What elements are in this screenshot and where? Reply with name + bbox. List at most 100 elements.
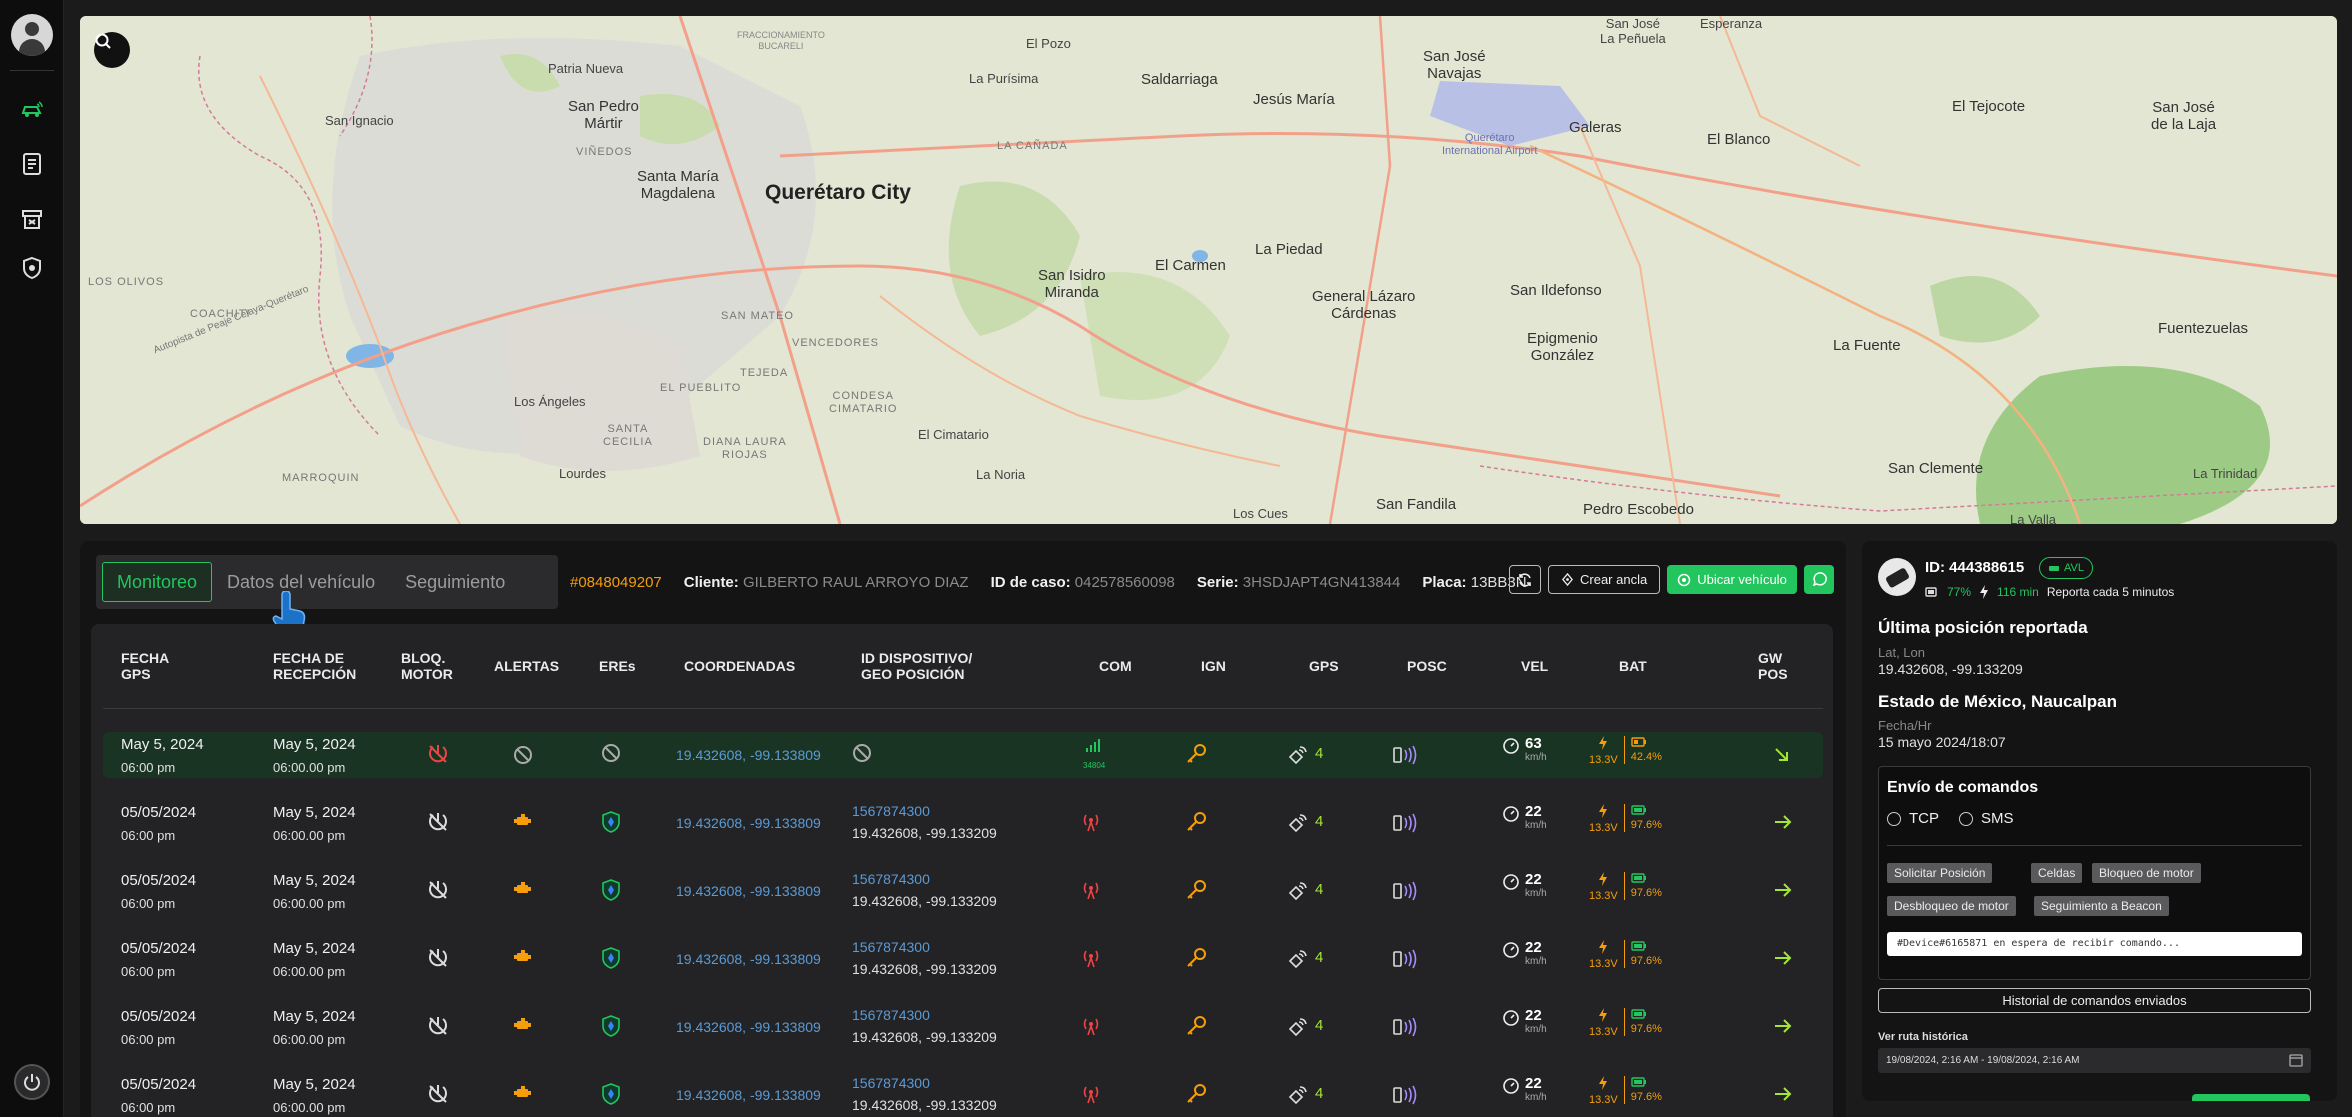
position-icon bbox=[1392, 881, 1420, 906]
chip-seguimiento-beacon[interactable]: Seguimiento a Beacon bbox=[2034, 896, 2169, 916]
map-label: Los Ángeles bbox=[514, 394, 586, 409]
crear-ancla-button[interactable]: Crear ancla bbox=[1548, 565, 1661, 594]
refresh-button[interactable] bbox=[1509, 565, 1541, 594]
device-geo: 1567874300 19.432608, -99.133209 bbox=[852, 938, 997, 977]
sms-radio[interactable]: SMS bbox=[1959, 810, 2014, 827]
gps-status: 4 bbox=[1287, 744, 1323, 764]
map-label: LA CAÑADA bbox=[997, 140, 1068, 152]
serie-label: Serie: bbox=[1196, 573, 1239, 591]
map-label: VENCEDORES bbox=[792, 337, 880, 349]
device-geo: 1567874300 19.432608, -99.133209 bbox=[852, 1006, 997, 1045]
device-id-link[interactable]: 1567874300 bbox=[852, 802, 997, 820]
arrow-right-icon[interactable] bbox=[1773, 1018, 1793, 1039]
vehicle-icon[interactable] bbox=[18, 96, 46, 124]
monitoring-panel: Monitoreo Datos del vehículo Seguimiento… bbox=[80, 541, 1846, 1117]
table-row[interactable]: 05/05/2024 06:00 pm May 5, 2024 06:00.00 p… bbox=[103, 800, 1823, 846]
sms-label: SMS bbox=[1981, 810, 2014, 827]
no-ere-icon bbox=[601, 743, 621, 768]
map-search-button[interactable] bbox=[94, 32, 130, 68]
arrow-right-icon[interactable] bbox=[1773, 814, 1793, 835]
coordinates-link[interactable]: 19.432608, -99.133809 bbox=[676, 950, 821, 968]
battery: 13.3V 97.6% bbox=[1589, 872, 1662, 903]
historial-button[interactable]: Historial de comandos enviados bbox=[1878, 988, 2311, 1013]
map-label: EL PUEBLITO bbox=[660, 382, 742, 394]
tcp-radio[interactable]: TCP bbox=[1887, 810, 1939, 827]
coordinates-link[interactable]: 19.432608, -99.133809 bbox=[676, 882, 821, 900]
device-id-link[interactable]: 1567874300 bbox=[852, 1006, 997, 1024]
table-row[interactable]: 05/05/2024 06:00 pm May 5, 2024 06:00.00 p… bbox=[103, 1004, 1823, 1050]
th-bloq-motor: BLOQ. MOTOR bbox=[401, 650, 453, 682]
map-label: Lourdes bbox=[559, 466, 606, 481]
table-row[interactable]: May 5, 2024 06:00 pm May 5, 2024 06:00.00 … bbox=[103, 732, 1823, 778]
date-range-picker[interactable]: 19/08/2024, 2:16 AM - 19/08/2024, 2:16 A… bbox=[1878, 1048, 2311, 1073]
date-range-value: 19/08/2024, 2:16 AM - 19/08/2024, 2:16 A… bbox=[1886, 1055, 2080, 1066]
map-label: SAN MATEO bbox=[721, 310, 794, 322]
gps-status: 4 bbox=[1287, 1084, 1323, 1104]
device-id-link[interactable]: 1567874300 bbox=[852, 870, 997, 888]
location-name: Estado de México, Naucalpan bbox=[1878, 692, 2118, 711]
device-id-link[interactable]: 1567874300 bbox=[852, 1074, 997, 1092]
ubicar-vehiculo-button[interactable]: Ubicar vehículo bbox=[1667, 565, 1797, 594]
chip-bloqueo-motor[interactable]: Bloqueo de motor bbox=[2092, 863, 2201, 883]
power-button[interactable] bbox=[14, 1064, 50, 1100]
chip-desbloqueo-motor[interactable]: Desbloqueo de motor bbox=[1887, 896, 2016, 916]
reports-icon[interactable] bbox=[18, 150, 46, 178]
map-label: El Blanco bbox=[1707, 131, 1771, 148]
avl-label: AVL bbox=[2064, 562, 2084, 574]
map-label: San José La Peñuela bbox=[1600, 16, 1666, 46]
engine-alert-icon bbox=[513, 1017, 533, 1038]
gps-status: 4 bbox=[1287, 948, 1323, 968]
command-status-field[interactable]: #Device#6165871 en espera de recibir com… bbox=[1887, 932, 2302, 956]
fecha-label: Fecha/Hr bbox=[1878, 718, 1932, 733]
motor-lock-icon bbox=[427, 1015, 449, 1042]
chip-celdas[interactable]: Celdas bbox=[2031, 863, 2083, 883]
events-table: FECHA GPS FECHA DE RECEPCIÓN BLOQ. MOTOR AL… bbox=[91, 624, 1833, 1117]
coordinates-link[interactable]: 19.432608, -99.133809 bbox=[676, 814, 821, 832]
arrow-down-right-icon[interactable] bbox=[1773, 746, 1791, 769]
user-avatar[interactable] bbox=[11, 14, 53, 56]
chip-solicitar-posicion[interactable]: Solicitar Posición bbox=[1887, 863, 1993, 883]
engine-alert-icon bbox=[513, 1085, 533, 1106]
arrow-right-icon[interactable] bbox=[1773, 1086, 1793, 1107]
cliente-value: GILBERTO RAUL ARROYO DIAZ bbox=[742, 573, 969, 591]
shield-icon[interactable] bbox=[18, 254, 46, 282]
map-label: El Cimatario bbox=[918, 427, 989, 442]
device-id-link[interactable]: 1567874300 bbox=[852, 938, 997, 956]
tab-seguimiento[interactable]: Seguimiento bbox=[390, 562, 520, 602]
table-row[interactable]: 05/05/2024 06:00 pm May 5, 2024 06:00.00 p… bbox=[103, 1072, 1823, 1117]
latlon-value: 19.432608, -99.133209 bbox=[1878, 661, 2023, 677]
coordinates-link[interactable]: 19.432608, -99.133809 bbox=[676, 1018, 821, 1036]
ere-shield-icon bbox=[601, 947, 621, 974]
whatsapp-button[interactable] bbox=[1803, 565, 1834, 594]
table-row[interactable]: 05/05/2024 06:00 pm May 5, 2024 06:00.00 p… bbox=[103, 936, 1823, 982]
map-label: El Pozo bbox=[1026, 36, 1071, 51]
map-label: La Noria bbox=[976, 467, 1026, 482]
bottom-action-button[interactable] bbox=[2192, 1094, 2310, 1101]
fecha-recepcion: May 5, 2024 06:00.00 pm bbox=[273, 804, 356, 843]
map-label: Santa María Magdalena bbox=[637, 168, 719, 202]
tab-monitoreo[interactable]: Monitoreo bbox=[102, 562, 213, 602]
th-fecha-gps: FECHA GPS bbox=[121, 650, 170, 682]
arrow-right-icon[interactable] bbox=[1773, 882, 1793, 903]
th-ign: IGN bbox=[1201, 658, 1226, 674]
archive-icon[interactable] bbox=[18, 205, 46, 233]
minutes-value: 116 min bbox=[1997, 585, 2039, 599]
table-row[interactable]: 05/05/2024 06:00 pm May 5, 2024 06:00.00 p… bbox=[103, 868, 1823, 914]
device-geo: 1567874300 19.432608, -99.133209 bbox=[852, 870, 997, 909]
fecha-recepcion: May 5, 2024 06:00.00 pm bbox=[273, 1008, 356, 1047]
map-label: DIANA LAURA RIOJAS bbox=[703, 436, 787, 461]
map-label: San Pedro Mártir bbox=[568, 98, 639, 132]
map-view[interactable]: Querétaro City Santa María Magdalena San… bbox=[80, 16, 2337, 524]
cliente-label: Cliente: bbox=[683, 573, 739, 591]
map-label: San José Navajas bbox=[1423, 48, 1486, 82]
map-label: TEJEDA bbox=[740, 367, 789, 379]
coordinates-link[interactable]: 19.432608, -99.133809 bbox=[676, 1086, 821, 1104]
battery: 13.3V 97.6% bbox=[1589, 804, 1662, 835]
map-label: La Valla bbox=[2010, 512, 2057, 524]
arrow-right-icon[interactable] bbox=[1773, 950, 1793, 971]
fecha-gps: May 5, 2024 06:00 pm bbox=[121, 736, 204, 775]
coordinates-link[interactable]: 19.432608, -99.133809 bbox=[676, 746, 821, 764]
device-geo bbox=[852, 743, 872, 768]
map-label: Querétaro International Airport bbox=[1442, 132, 1538, 157]
th-gps: GPS bbox=[1309, 658, 1339, 674]
